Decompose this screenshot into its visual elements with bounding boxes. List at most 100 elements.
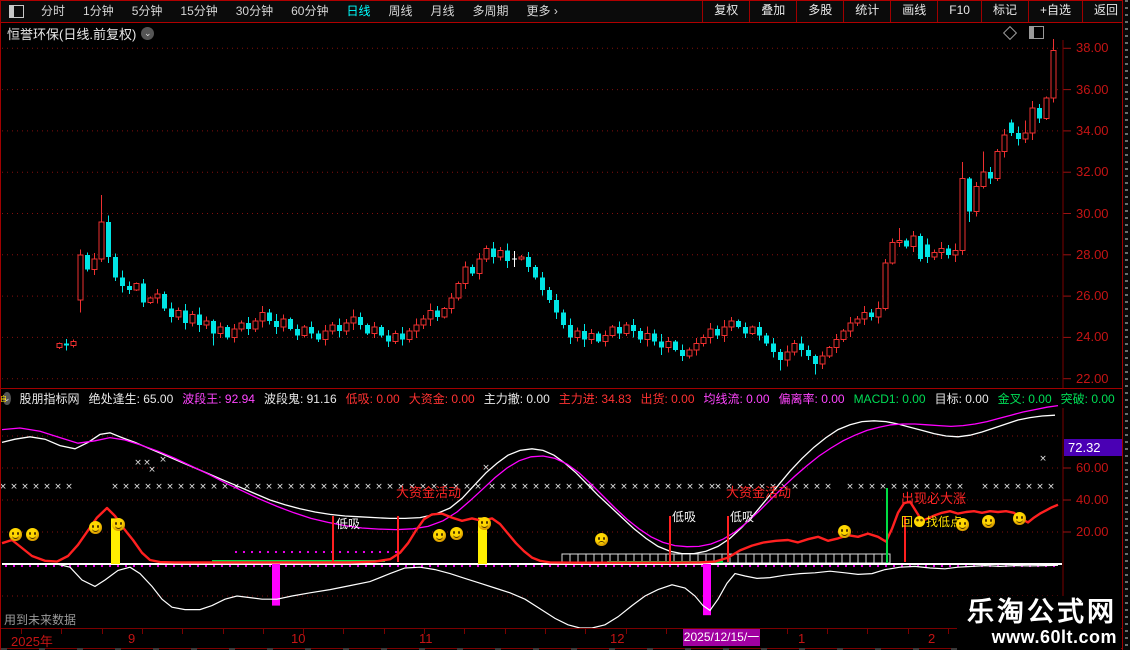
svg-text:×: ×	[254, 482, 262, 492]
svg-text:×: ×	[521, 482, 529, 492]
svg-text:×: ×	[188, 482, 196, 492]
date-label: 10	[291, 631, 306, 646]
svg-text:×: ×	[532, 482, 540, 492]
watermark-url: www.60lt.com	[991, 626, 1117, 647]
tool-button-统计[interactable]: 统计	[843, 1, 890, 22]
price-label: 22.00	[1076, 370, 1109, 386]
candlesticks	[56, 39, 1057, 375]
candle	[882, 258, 889, 311]
pane-annotation: 大资金活动	[396, 485, 462, 500]
tool-button-多股[interactable]: 多股	[796, 1, 843, 22]
candle	[931, 249, 938, 260]
svg-text:×: ×	[576, 482, 584, 492]
svg-text:×: ×	[554, 482, 562, 492]
svg-text:×: ×	[620, 482, 628, 492]
candle	[749, 325, 756, 336]
candle	[56, 342, 63, 349]
date-tick	[625, 629, 627, 634]
candle	[288, 317, 293, 331]
smiley-face-marker	[982, 515, 995, 528]
svg-text:×: ×	[386, 482, 394, 492]
candle	[392, 330, 399, 345]
layout-panel-icon[interactable]	[9, 5, 24, 18]
window-border-left	[0, 0, 1, 650]
indicator-value-highlight: 72.32	[1064, 439, 1125, 457]
svg-text:×: ×	[499, 482, 507, 492]
candle	[211, 319, 216, 346]
date-label: 2	[928, 631, 936, 646]
x-marks: × × × × × × × × × × × × × × × × × × × × × × × × × × × × × × × × × × × × × × × ×…	[0, 454, 1055, 492]
smiley-face-marker	[112, 518, 125, 531]
candle	[420, 315, 427, 329]
tool-button-+自选[interactable]: +自选	[1027, 1, 1082, 22]
period-tab-月线[interactable]: 月线	[422, 4, 464, 18]
candle	[952, 243, 959, 262]
candle	[427, 303, 434, 326]
period-tab-周线[interactable]: 周线	[379, 4, 421, 18]
date-tick	[222, 629, 224, 634]
period-tab-多周期[interactable]: 多周期	[464, 4, 518, 18]
svg-text:×: ×	[54, 482, 62, 492]
candle	[771, 337, 776, 358]
period-tab-60分钟[interactable]: 60分钟	[282, 4, 337, 18]
tool-button-叠加[interactable]: 叠加	[749, 1, 796, 22]
indicator-field-波段鬼: 波段鬼: 91.16	[263, 392, 337, 406]
candle	[847, 317, 854, 338]
svg-text:×: ×	[686, 482, 694, 492]
period-tab-更多 ›[interactable]: 更多 ›	[518, 4, 567, 18]
price-label: 38.00	[1076, 40, 1109, 56]
candle	[343, 319, 350, 335]
period-tab-日线[interactable]: 日线	[337, 4, 379, 18]
svg-text:×: ×	[21, 482, 29, 492]
svg-text:×: ×	[133, 482, 141, 492]
indicator-field-目标: 目标: 0.00	[934, 392, 989, 406]
date-tick	[585, 629, 587, 634]
indicator-field-出货: 出货: 0.00	[640, 392, 695, 406]
period-tab-30分钟[interactable]: 30分钟	[227, 4, 282, 18]
period-tab-5分钟[interactable]: 5分钟	[123, 4, 172, 18]
period-tab-1分钟[interactable]: 1分钟	[74, 4, 123, 18]
candle	[547, 287, 552, 304]
pane-separator	[1, 388, 1122, 389]
candle	[540, 271, 545, 296]
svg-text:×: ×	[1039, 454, 1047, 464]
layout-icon[interactable]	[1029, 26, 1044, 39]
candle	[337, 318, 342, 338]
svg-text:×: ×	[565, 482, 573, 492]
candle	[889, 238, 896, 265]
candle	[602, 330, 609, 347]
svg-text:×: ×	[155, 482, 163, 492]
date-label: 11	[419, 631, 433, 646]
period-tab-15分钟[interactable]: 15分钟	[171, 4, 226, 18]
date-tick	[343, 629, 345, 634]
candle	[141, 279, 146, 307]
candle	[301, 325, 308, 338]
svg-text:×: ×	[992, 482, 1000, 492]
price-label: 34.00	[1076, 122, 1109, 138]
candle	[665, 336, 672, 353]
trading-app-window: 分时 1分钟 5分钟 15分钟 30分钟 60分钟 日线 周线 月线 多周期 更多 › 复权 叠加 多股…	[0, 0, 1130, 650]
tool-button-画线[interactable]: 画线	[890, 1, 937, 22]
diamond-icon[interactable]	[1002, 25, 1018, 40]
tool-button-F10[interactable]: F10	[937, 1, 981, 22]
indicator-field-MACD1: MACD1: 0.00	[853, 391, 926, 406]
chevron-down-icon[interactable]: ⌄	[141, 27, 155, 40]
candle	[791, 340, 798, 356]
candle	[448, 293, 455, 314]
candle	[561, 309, 566, 329]
svg-text:×: ×	[890, 482, 898, 492]
svg-text:×: ×	[653, 482, 661, 492]
stock-title-row: 恒誉环保(日线.前复权) ⌄	[7, 24, 155, 43]
candle	[988, 166, 993, 184]
candle	[819, 351, 826, 369]
date-tick	[827, 629, 828, 634]
candle	[127, 281, 132, 295]
indicator-field-均线流: 均线流: 0.00	[703, 392, 770, 406]
svg-text:×: ×	[609, 482, 617, 492]
tool-button-标记[interactable]: 标记	[980, 1, 1028, 22]
candle	[736, 319, 741, 329]
candle	[113, 253, 118, 282]
svg-text:×: ×	[981, 482, 989, 492]
period-tab-分时[interactable]: 分时	[32, 4, 74, 18]
tool-button-复权[interactable]: 复权	[702, 1, 749, 22]
